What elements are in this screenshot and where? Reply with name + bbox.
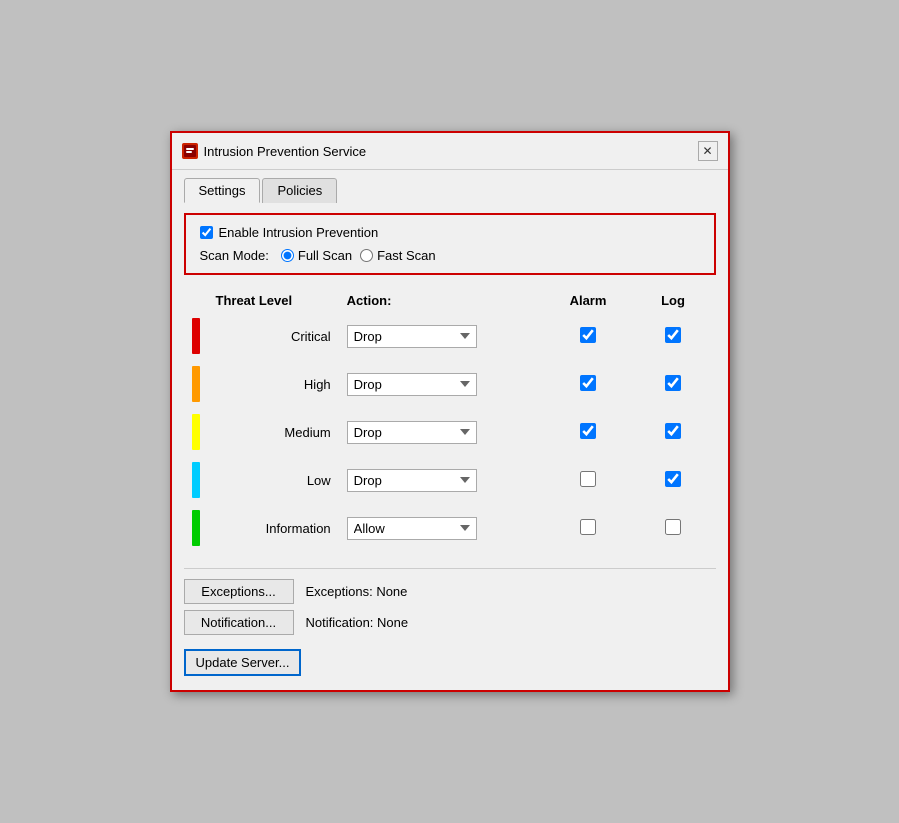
log-checkbox-info[interactable] — [665, 519, 681, 535]
log-checkbox-critical[interactable] — [665, 327, 681, 343]
color-bar-cell — [184, 408, 208, 456]
table-row: Critical DropAllowReset — [184, 312, 716, 360]
notification-desc: Notification: None — [306, 615, 409, 630]
enable-row: Enable Intrusion Prevention — [200, 225, 700, 240]
table-row: Medium DropAllowReset — [184, 408, 716, 456]
color-bar-cell — [184, 312, 208, 360]
color-bar — [192, 318, 200, 354]
buttons-section: Exceptions... Exceptions: None Notificat… — [184, 579, 716, 635]
log-checkbox-high[interactable] — [665, 375, 681, 391]
tab-settings[interactable]: Settings — [184, 178, 261, 203]
th-threat-level: Threat Level — [208, 289, 339, 312]
enable-label: Enable Intrusion Prevention — [219, 225, 379, 240]
tab-bar: Settings Policies — [184, 178, 716, 203]
th-color-bar — [184, 289, 208, 312]
update-row: Update Server... — [184, 649, 716, 676]
color-bar-cell — [184, 456, 208, 504]
full-scan-option: Full Scan — [281, 248, 352, 263]
action-cell: DropAllowReset — [339, 360, 546, 408]
fast-scan-option: Fast Scan — [360, 248, 436, 263]
action-cell: DropAllowReset — [339, 456, 546, 504]
enable-checkbox[interactable] — [200, 226, 213, 239]
exceptions-row: Exceptions... Exceptions: None — [184, 579, 716, 604]
level-name: Information — [208, 504, 339, 552]
full-scan-label: Full Scan — [298, 248, 352, 263]
alarm-checkbox-low[interactable] — [580, 471, 596, 487]
level-name: High — [208, 360, 339, 408]
alarm-cell — [546, 456, 631, 504]
color-bar — [192, 462, 200, 498]
exceptions-button[interactable]: Exceptions... — [184, 579, 294, 604]
scan-mode-row: Scan Mode: Full Scan Fast Scan — [200, 248, 700, 263]
enable-section: Enable Intrusion Prevention Scan Mode: F… — [184, 213, 716, 275]
log-checkbox-medium[interactable] — [665, 423, 681, 439]
scan-mode-label: Scan Mode: — [200, 248, 269, 263]
action-select-critical[interactable]: DropAllowReset — [347, 325, 477, 348]
action-select-info[interactable]: DropAllowReset — [347, 517, 477, 540]
table-row: High DropAllowReset — [184, 360, 716, 408]
level-name: Medium — [208, 408, 339, 456]
alarm-checkbox-critical[interactable] — [580, 327, 596, 343]
notification-row: Notification... Notification: None — [184, 610, 716, 635]
fast-scan-label: Fast Scan — [377, 248, 436, 263]
color-bar — [192, 510, 200, 546]
alarm-cell — [546, 504, 631, 552]
color-bar-cell — [184, 360, 208, 408]
divider — [184, 568, 716, 569]
app-icon — [182, 143, 198, 159]
action-select-medium[interactable]: DropAllowReset — [347, 421, 477, 444]
action-select-high[interactable]: DropAllowReset — [347, 373, 477, 396]
window-title: Intrusion Prevention Service — [204, 144, 367, 159]
alarm-checkbox-high[interactable] — [580, 375, 596, 391]
alarm-cell — [546, 360, 631, 408]
title-bar: Intrusion Prevention Service ✕ — [172, 133, 728, 170]
log-cell — [630, 456, 715, 504]
alarm-checkbox-medium[interactable] — [580, 423, 596, 439]
alarm-checkbox-info[interactable] — [580, 519, 596, 535]
action-select-low[interactable]: DropAllowReset — [347, 469, 477, 492]
action-cell: DropAllowReset — [339, 312, 546, 360]
window-body: Settings Policies Enable Intrusion Preve… — [172, 170, 728, 690]
th-alarm: Alarm — [546, 289, 631, 312]
update-server-button[interactable]: Update Server... — [184, 649, 302, 676]
tab-policies[interactable]: Policies — [262, 178, 337, 203]
level-name: Low — [208, 456, 339, 504]
log-cell — [630, 504, 715, 552]
color-bar-cell — [184, 504, 208, 552]
log-cell — [630, 408, 715, 456]
exceptions-desc: Exceptions: None — [306, 584, 408, 599]
alarm-cell — [546, 408, 631, 456]
th-action: Action: — [339, 289, 546, 312]
close-button[interactable]: ✕ — [698, 141, 718, 161]
notification-button[interactable]: Notification... — [184, 610, 294, 635]
level-name: Critical — [208, 312, 339, 360]
color-bar — [192, 366, 200, 402]
title-bar-left: Intrusion Prevention Service — [182, 143, 367, 159]
log-checkbox-low[interactable] — [665, 471, 681, 487]
log-cell — [630, 360, 715, 408]
table-row: Low DropAllowReset — [184, 456, 716, 504]
full-scan-radio[interactable] — [281, 249, 294, 262]
color-bar — [192, 414, 200, 450]
th-log: Log — [630, 289, 715, 312]
threat-table: Threat Level Action: Alarm Log Critical D… — [184, 289, 716, 552]
alarm-cell — [546, 312, 631, 360]
action-cell: DropAllowReset — [339, 504, 546, 552]
log-cell — [630, 312, 715, 360]
main-window: Intrusion Prevention Service ✕ Settings … — [170, 131, 730, 692]
fast-scan-radio[interactable] — [360, 249, 373, 262]
action-cell: DropAllowReset — [339, 408, 546, 456]
table-row: Information DropAllowReset — [184, 504, 716, 552]
